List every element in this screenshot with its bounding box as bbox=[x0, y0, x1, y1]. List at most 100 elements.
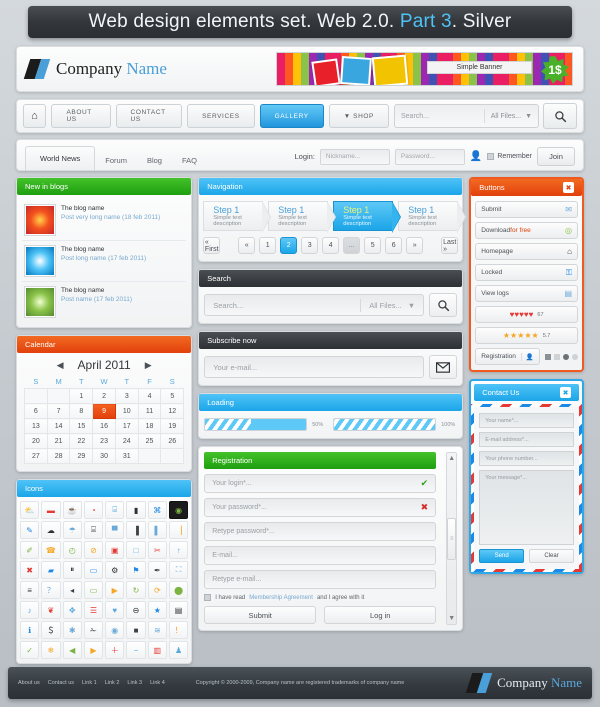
login-button[interactable]: Log in bbox=[324, 606, 437, 624]
calendar-day[interactable]: 1 bbox=[69, 388, 94, 404]
icon-tile[interactable]: ⚑ bbox=[126, 561, 146, 579]
password-field[interactable]: Your password*... ✖ bbox=[204, 498, 437, 517]
icon-tile[interactable]: ▭ bbox=[83, 561, 104, 579]
icon-tile[interactable]: ⬤ bbox=[168, 581, 189, 599]
icon-tile[interactable]: ❄ bbox=[41, 641, 61, 659]
icon-tile[interactable]: ▶ bbox=[105, 581, 125, 599]
icon-tile[interactable]: ◴ bbox=[62, 541, 82, 559]
icon-tile[interactable]: ▤ bbox=[168, 601, 189, 619]
icon-tile[interactable]: ⟳ bbox=[147, 581, 167, 599]
locked-button[interactable]: Locked ⚿ bbox=[475, 264, 578, 281]
icon-tile[interactable]: ▶ bbox=[83, 641, 104, 659]
registration-button[interactable]: Registration 👤 bbox=[475, 348, 540, 365]
remember-checkbox[interactable]: Remember bbox=[487, 153, 532, 160]
pagination-page-3[interactable]: 3 bbox=[301, 237, 319, 254]
icon-tile[interactable]: ？ bbox=[41, 581, 61, 599]
icon-tile[interactable]: ⛶ bbox=[168, 561, 189, 579]
blog-post[interactable]: Post name (17 feb 2011) bbox=[61, 296, 132, 303]
calendar-day[interactable]: 22 bbox=[69, 433, 94, 449]
icon-tile[interactable]: ▌ bbox=[147, 521, 167, 539]
calendar-day[interactable]: 25 bbox=[137, 433, 162, 449]
view-grid-icon[interactable] bbox=[545, 353, 551, 360]
search-filter-select[interactable]: All Files... ▼ bbox=[360, 298, 415, 312]
calendar-day[interactable]: 9 bbox=[92, 403, 116, 419]
close-icon[interactable]: ✖ bbox=[563, 182, 574, 193]
send-button[interactable]: Send bbox=[479, 549, 525, 563]
tab-world-news[interactable]: World News bbox=[25, 146, 96, 170]
nav-search-input[interactable]: Search... All Files... ▼ bbox=[394, 104, 539, 128]
pagination-page-4[interactable]: 4 bbox=[322, 237, 340, 254]
close-icon[interactable]: ✖ bbox=[560, 387, 571, 398]
icon-tile[interactable]: ⌸ bbox=[83, 521, 104, 539]
step-item-1[interactable]: Step 1 Simple text description bbox=[203, 201, 272, 233]
icon-tile[interactable]: ✒ bbox=[147, 561, 167, 579]
join-button[interactable]: Join bbox=[537, 147, 575, 166]
calendar-day[interactable]: 15 bbox=[69, 418, 94, 434]
radio-unselected-icon[interactable] bbox=[572, 353, 578, 360]
icon-tile[interactable]: ⊖ bbox=[126, 601, 146, 619]
icon-tile[interactable]: ☰ bbox=[83, 601, 104, 619]
calendar-day[interactable]: 29 bbox=[69, 448, 94, 464]
nav-search-button[interactable] bbox=[543, 103, 577, 129]
calendar-day[interactable]: 20 bbox=[24, 433, 48, 449]
calendar-day[interactable]: 17 bbox=[114, 418, 139, 434]
icon-tile[interactable]: ▀ bbox=[105, 521, 125, 539]
calendar-day[interactable]: 6 bbox=[24, 403, 48, 419]
step-item-3[interactable]: Step 1 Simple text description bbox=[333, 201, 402, 233]
download-button[interactable]: Download for free ◎ bbox=[475, 222, 578, 239]
agreement-row[interactable]: I have read Membership Agreement and I a… bbox=[204, 594, 436, 601]
icon-tile[interactable]: ▥ bbox=[147, 641, 167, 659]
nav-item-about-us[interactable]: ABOUT US bbox=[51, 104, 111, 128]
pagination-page-1[interactable]: 1 bbox=[259, 237, 277, 254]
icon-tile[interactable]: ◀ bbox=[62, 641, 82, 659]
pagination-last[interactable]: Last » bbox=[441, 237, 459, 254]
icon-tile[interactable]: ■ bbox=[126, 621, 146, 639]
nickname-input[interactable]: Nickname... bbox=[319, 148, 390, 165]
icon-tile[interactable]: ℹ bbox=[20, 621, 40, 639]
user-icon[interactable]: 👤 bbox=[470, 151, 482, 162]
step-item-2[interactable]: Step 1 Simple text description bbox=[268, 201, 337, 233]
contact-message-textarea[interactable]: Your message*... bbox=[479, 470, 574, 545]
view-list-icon[interactable] bbox=[554, 353, 560, 360]
calendar-day[interactable]: 8 bbox=[69, 403, 94, 419]
list-item[interactable]: The blog name Post long name (17 feb 201… bbox=[22, 241, 187, 282]
membership-agreement-link[interactable]: Membership Agreement bbox=[249, 595, 313, 601]
nav-item-services[interactable]: SERVICES bbox=[187, 104, 255, 128]
icon-tile[interactable]: ✎ bbox=[20, 521, 40, 539]
icon-tile[interactable]: ✖ bbox=[20, 561, 40, 579]
icon-tile[interactable]: ♥ bbox=[105, 601, 125, 619]
nav-item-gallery[interactable]: GALLERY bbox=[259, 104, 324, 128]
calendar-day[interactable]: 5 bbox=[160, 388, 185, 404]
calendar-day[interactable]: 14 bbox=[46, 418, 71, 434]
icon-tile[interactable]: ▬ bbox=[41, 501, 61, 519]
view-logs-button[interactable]: View logs ▤ bbox=[475, 285, 578, 302]
star-rating[interactable]: ★★★★★ 5.7 bbox=[475, 327, 578, 344]
scroll-down-arrow[interactable]: ▼ bbox=[448, 615, 455, 622]
icon-tile[interactable]: ❦ bbox=[41, 601, 61, 619]
icon-tile[interactable]: ⏸ bbox=[62, 561, 82, 579]
pagination-page-2[interactable]: 2 bbox=[280, 237, 298, 254]
icon-tile[interactable]: ≡ bbox=[20, 581, 40, 599]
icon-tile[interactable]: ▕ bbox=[168, 521, 189, 539]
icon-tile[interactable]: ♪ bbox=[20, 601, 40, 619]
list-item[interactable]: The blog name Post name (17 feb 2011) bbox=[22, 282, 186, 322]
subscribe-submit-button[interactable] bbox=[429, 355, 458, 379]
icon-tile[interactable]: ⛅ bbox=[20, 501, 40, 519]
icon-tile[interactable]: □ bbox=[126, 541, 146, 559]
login-field[interactable]: Your login*... ✔ bbox=[204, 474, 437, 493]
contact-email-field[interactable]: E-mail address*... bbox=[479, 432, 574, 447]
icon-tile[interactable]: ★ bbox=[147, 601, 167, 619]
calendar-day[interactable]: 30 bbox=[92, 448, 116, 464]
calendar-day[interactable]: 16 bbox=[92, 418, 116, 434]
calendar-day[interactable]: 28 bbox=[46, 448, 71, 464]
calendar-day[interactable]: 2 bbox=[92, 388, 116, 404]
calendar-day[interactable]: 27 bbox=[24, 448, 48, 464]
clear-button[interactable]: Clear bbox=[529, 549, 574, 563]
calendar-day[interactable]: 12 bbox=[160, 403, 185, 419]
icon-tile[interactable]: ✁ bbox=[83, 621, 104, 639]
calendar-day[interactable]: 13 bbox=[24, 418, 48, 434]
icon-tile[interactable]: ✐ bbox=[20, 541, 40, 559]
submit-button[interactable]: Submit bbox=[204, 606, 317, 624]
radio-selected-icon[interactable] bbox=[563, 353, 569, 360]
icon-tile[interactable]: ☎ bbox=[41, 541, 61, 559]
